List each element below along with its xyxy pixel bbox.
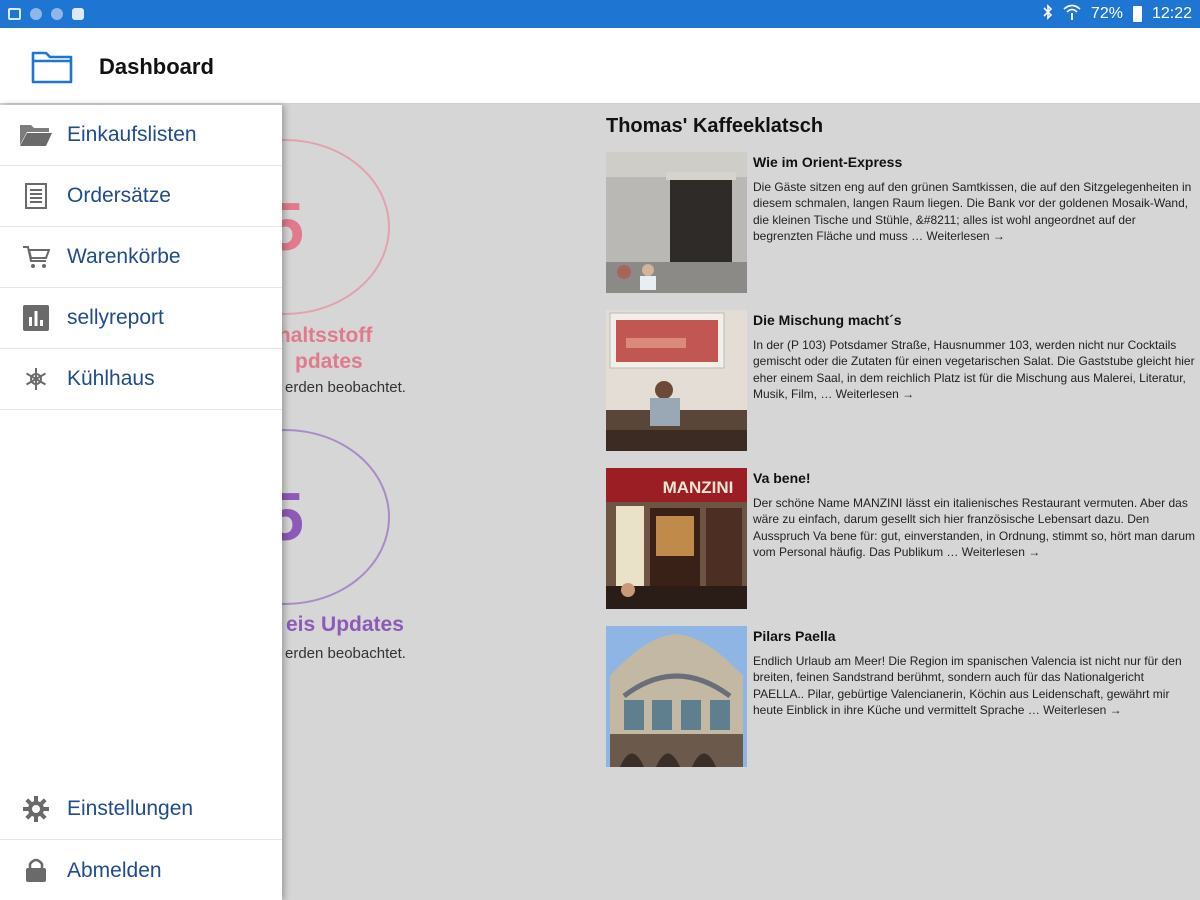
wifi-icon — [1063, 4, 1081, 25]
post-thumbnail[interactable] — [606, 310, 747, 451]
sign-text: MANZINI — [663, 478, 734, 497]
post-thumbnail[interactable]: MANZINI — [606, 468, 747, 609]
bluetooth-icon — [1043, 3, 1053, 25]
post-thumbnail[interactable] — [606, 626, 747, 767]
status-bar: 72% 12:22 — [0, 0, 1200, 28]
battery-icon — [1132, 6, 1142, 22]
image-icon — [72, 8, 84, 20]
drawer-item-abmelden[interactable]: Abmelden — [0, 840, 282, 900]
notification-dot-icon — [51, 8, 63, 20]
post-thumbnail[interactable] — [606, 152, 747, 293]
drawer-item-sellyreport[interactable]: sellyreport — [0, 288, 282, 349]
gear-icon — [18, 794, 54, 824]
post-text: Pilars Paella Endlich Urlaub am Meer! Di… — [753, 626, 1196, 718]
drawer-item-einkaufslisten[interactable]: Einkaufslisten — [0, 105, 282, 166]
drawer-item-label: sellyreport — [67, 306, 164, 329]
post-text: Wie im Orient-Express Die Gäste sitzen e… — [753, 152, 1196, 244]
battery-percent: 72% — [1090, 5, 1123, 22]
post-excerpt: Die Gäste sitzen eng auf den grünen Samt… — [753, 180, 1192, 243]
post-headline[interactable]: Die Mischung macht´s — [753, 312, 1196, 328]
drawer-item-kuehlhaus[interactable]: Kühlhaus — [0, 349, 282, 410]
post-excerpt: In der (P 103) Potsdamer Straße, Hausnum… — [753, 338, 1195, 401]
drawer-item-warenkoerbe[interactable]: Warenkörbe — [0, 227, 282, 288]
navigation-drawer: Einkaufslisten Ordersätze Warenkörbe sel… — [0, 105, 282, 900]
drawer-item-label: Einkaufslisten — [67, 123, 197, 146]
clock: 12:22 — [1151, 5, 1192, 22]
drawer-item-label: Warenkörbe — [67, 245, 181, 268]
drawer-item-label: Ordersätze — [67, 184, 171, 207]
lock-icon — [18, 855, 54, 885]
page-title: Dashboard — [99, 54, 214, 79]
bar-chart-icon — [18, 303, 54, 333]
post-text: Die Mischung macht´s In der (P 103) Pots… — [753, 310, 1196, 402]
folder-icon — [18, 120, 54, 150]
notification-dot-icon — [30, 8, 42, 20]
blog-post[interactable]: Pilars Paella Endlich Urlaub am Meer! Di… — [606, 626, 1196, 768]
post-excerpt: Der schöne Name MANZINI lässt ein italie… — [753, 496, 1196, 559]
post-headline[interactable]: Pilars Paella — [753, 628, 1196, 644]
app-bar: Dashboard — [0, 28, 1200, 104]
post-headline[interactable]: Va bene! — [753, 470, 1196, 486]
snowflake-icon — [18, 364, 54, 394]
drawer-item-label: Abmelden — [67, 858, 162, 882]
status-bar-right: 72% 12:22 — [1043, 3, 1192, 25]
blog-title: Thomas' Kaffeeklatsch — [606, 115, 824, 137]
cart-icon — [18, 242, 54, 272]
drawer-item-label: Einstellungen — [67, 797, 194, 820]
post-excerpt: Endlich Urlaub am Meer! Die Region im sp… — [753, 654, 1182, 717]
screenshot-icon — [8, 8, 21, 20]
drawer-item-ordersaetze[interactable]: Ordersätze — [0, 166, 282, 227]
post-headline[interactable]: Wie im Orient-Express — [753, 154, 1196, 170]
folder-icon[interactable] — [31, 48, 73, 89]
document-list-icon — [18, 181, 54, 211]
blog-post[interactable]: Die Mischung macht´s In der (P 103) Pots… — [606, 310, 1196, 452]
blog-post[interactable]: MANZINI Va bene! Der schöne Name MANZINI… — [606, 468, 1196, 610]
drawer-item-einstellungen[interactable]: Einstellungen — [0, 779, 282, 840]
blog-post[interactable]: Wie im Orient-Express Die Gäste sitzen e… — [606, 152, 1196, 294]
drawer-item-label: Kühlhaus — [67, 367, 155, 390]
post-text: Va bene! Der schöne Name MANZINI lässt e… — [753, 468, 1196, 560]
status-bar-left — [8, 8, 84, 20]
